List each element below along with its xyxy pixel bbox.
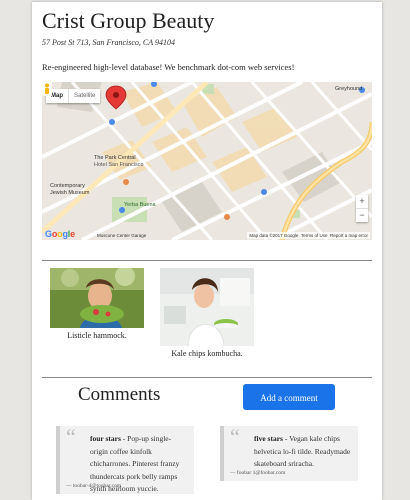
terms-link[interactable]: Terms of Use: [301, 233, 328, 238]
add-comment-button[interactable]: Add a comment: [243, 384, 335, 410]
map-data-left: Moscone Center Garage: [97, 233, 147, 238]
google-logo: Google: [45, 229, 75, 239]
gallery-caption: Listicle hammock.: [67, 331, 127, 340]
street-view-pegman-icon[interactable]: [42, 82, 52, 96]
satellite-view-button[interactable]: Satellite: [68, 89, 100, 103]
business-name: Crist Group Beauty: [42, 8, 215, 33]
woman-eating-salad-kitchen-photo[interactable]: [160, 268, 254, 346]
woman-eating-salad-photo[interactable]: [50, 268, 144, 328]
comment-rating: five stars: [254, 434, 283, 443]
map-footer: Google Moscone Center Garage Map data ©2…: [42, 229, 372, 240]
map-label-yerba-buena: Yerba Buena: [124, 202, 156, 208]
comment-author: — foobar 1@foobar.com: [230, 470, 286, 476]
map-attribution: Map data ©2017 Google Terms of Use Repor…: [247, 232, 370, 239]
quote-mark-icon: “: [66, 424, 76, 449]
map-label-greyhound: Greyhound: [335, 86, 363, 92]
divider-bottom: [42, 377, 372, 378]
comment-rating: four stars: [90, 434, 121, 443]
comment-card: “ five stars - Vegan kale chips helvetic…: [220, 424, 358, 481]
map-label-park-central: The Park Central: [94, 155, 136, 161]
gallery-item[interactable]: Listicle hammock.: [50, 268, 144, 340]
embedded-map[interactable]: The Park Central Hotel San Francisco Con…: [42, 82, 372, 240]
business-tagline: Re-engineered high-level database! We be…: [42, 62, 295, 72]
zoom-controls[interactable]: + −: [356, 195, 368, 222]
report-map-error-link[interactable]: Report a map error: [330, 233, 368, 238]
gallery-caption: Kale chips kombucha.: [171, 349, 243, 358]
divider-top: [42, 260, 372, 261]
quote-mark-icon: “: [230, 424, 240, 449]
map-label-contemporary: Contemporary: [50, 183, 85, 189]
gallery-item[interactable]: Kale chips kombucha.: [160, 268, 254, 358]
map-type-toggle[interactable]: Map Satellite: [46, 89, 101, 103]
business-address: 57 Post St 713, San Francisco, CA 94104: [42, 38, 175, 47]
comments-heading: Comments: [78, 384, 161, 405]
map-label-hotel: Hotel San Francisco: [94, 162, 144, 168]
zoom-out-button[interactable]: −: [356, 209, 368, 222]
map-data-credit: Map data ©2017 Google: [249, 233, 299, 238]
map-tiles[interactable]: [42, 82, 372, 240]
comment-card: “ four stars - Pop-up single-origin coff…: [56, 424, 194, 494]
comment-body: five stars - Vegan kale chips helvetica …: [254, 433, 352, 471]
zoom-in-button[interactable]: +: [356, 195, 368, 208]
map-label-jewish-museum: Jewish Museum: [50, 190, 90, 196]
comment-author: — toobar-4@toobar.com: [66, 483, 122, 489]
business-page: Crist Group Beauty 57 Post St 713, San F…: [32, 2, 382, 500]
